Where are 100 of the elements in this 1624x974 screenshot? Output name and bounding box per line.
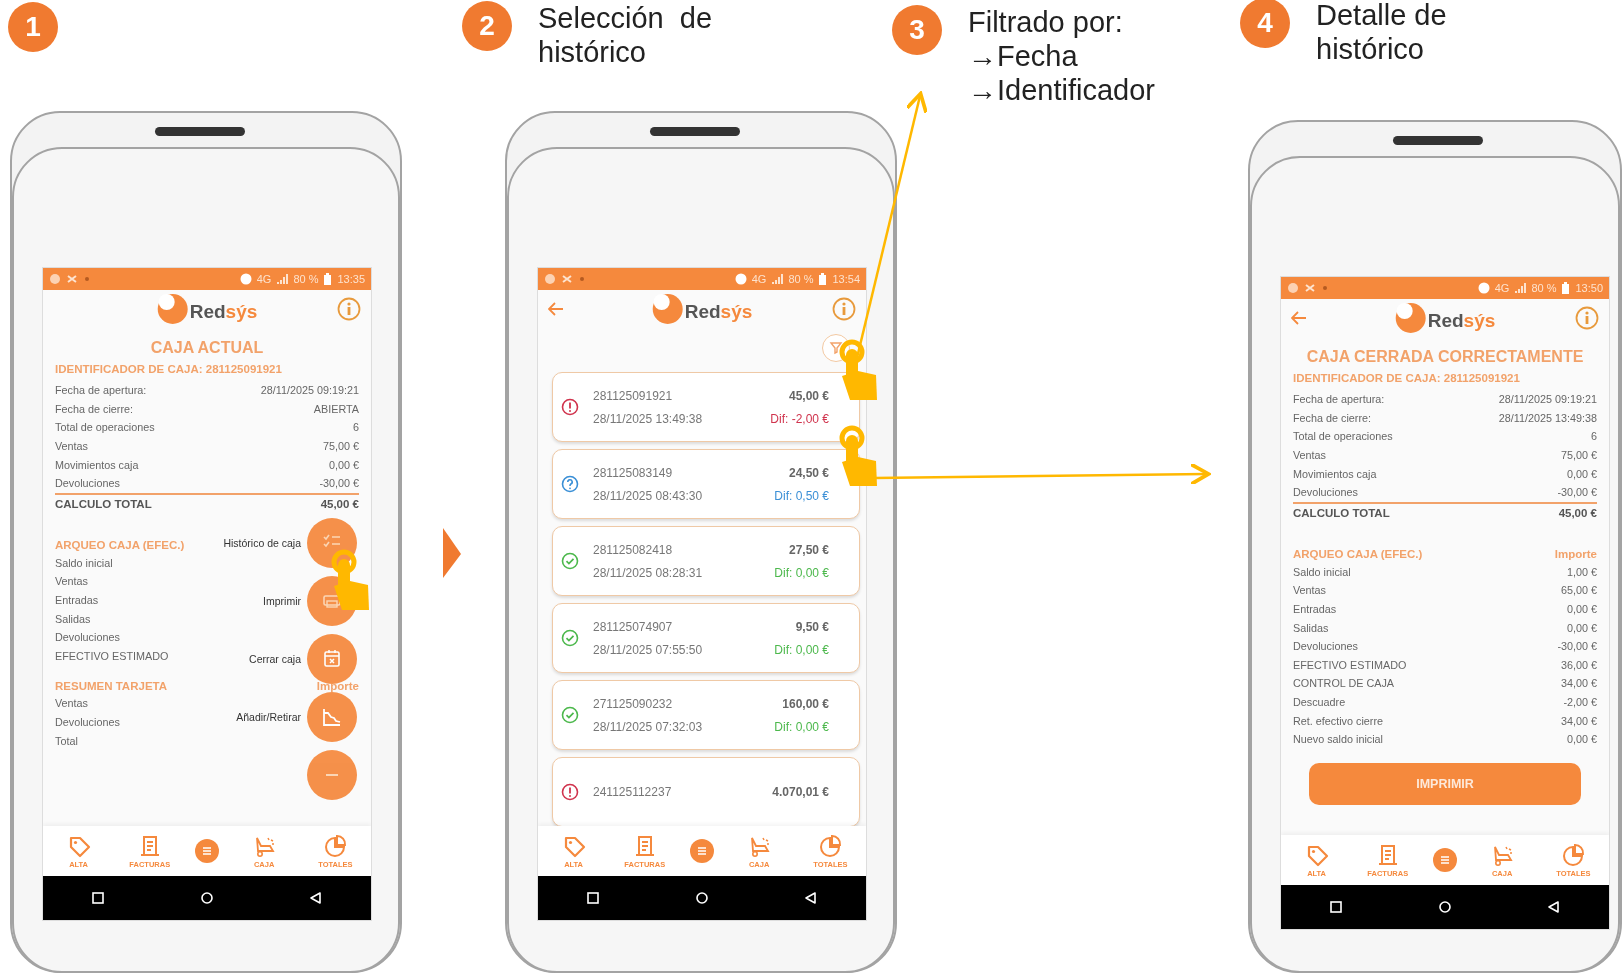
close-datetime: 28/11/2025 07:55:50 bbox=[593, 642, 704, 657]
row-value: 65,00 € bbox=[1560, 584, 1597, 597]
notification-icon bbox=[578, 275, 586, 283]
row-value: 34,00 € bbox=[1560, 714, 1597, 727]
section-title: RESUMEN TARJETA bbox=[55, 679, 168, 692]
menu-button[interactable] bbox=[689, 839, 714, 863]
fab-menu-label[interactable]: Cerrar caja bbox=[249, 653, 301, 665]
column-heading: Importe bbox=[1554, 548, 1597, 561]
history-card[interactable]: 281125091921 28/11/2025 13:49:38 45,00 € Dif: -2,00 € bbox=[552, 372, 860, 442]
row-label: Ventas bbox=[55, 440, 89, 453]
row-label: EFECTIVO ESTIMADO bbox=[55, 649, 169, 662]
row-label: Movimientos caja bbox=[55, 458, 139, 471]
logo-icon bbox=[1394, 302, 1427, 334]
row-label: Ventas bbox=[1293, 449, 1327, 462]
status-dot-icon bbox=[734, 273, 747, 285]
battery-icon bbox=[818, 273, 828, 285]
info-icon[interactable] bbox=[832, 297, 856, 321]
info-icon[interactable] bbox=[1575, 306, 1599, 330]
history-card[interactable]: 271125090232 28/11/2025 07:32:03 160,00 € Dif: 0,00 € bbox=[552, 680, 860, 750]
fab-menu-button[interactable] bbox=[307, 634, 357, 684]
tap-hand-icon bbox=[331, 549, 369, 610]
clock-time: 13:35 bbox=[337, 273, 365, 285]
network-label: 4G bbox=[256, 273, 272, 285]
fab-menu-button[interactable] bbox=[307, 692, 357, 742]
logo-icon bbox=[651, 293, 684, 325]
amount: 45,00 € bbox=[788, 388, 829, 403]
recents-icon[interactable] bbox=[90, 891, 105, 905]
signal-icon bbox=[276, 274, 289, 284]
back-icon[interactable] bbox=[804, 891, 819, 905]
row-label: Entradas bbox=[1293, 603, 1337, 616]
network-label: 4G bbox=[751, 273, 767, 285]
step-title: Detalle de bbox=[1316, 0, 1447, 32]
row-value: -30,00 € bbox=[1557, 640, 1597, 653]
home-icon[interactable] bbox=[695, 891, 709, 905]
register-id: 281125083149 bbox=[593, 465, 674, 480]
back-arrow-icon[interactable] bbox=[1291, 310, 1307, 326]
filter-icon bbox=[829, 340, 843, 356]
section-title: ARQUEO CAJA (EFEC.) bbox=[55, 539, 185, 552]
print-button[interactable]: IMPRIMIR bbox=[1309, 762, 1581, 805]
step-number: 1 bbox=[8, 2, 58, 52]
fab-menu-label[interactable]: Añadir/Retirar bbox=[236, 711, 301, 723]
row-label: Devoluciones bbox=[55, 631, 120, 644]
home-icon[interactable] bbox=[200, 891, 214, 905]
row-label: Descuadre bbox=[1293, 696, 1346, 708]
notification-icon bbox=[66, 273, 78, 285]
step-title: →Identificador bbox=[968, 73, 1155, 107]
row-value: 28/11/2025 09:19:21 bbox=[1498, 393, 1597, 406]
close-datetime: 28/11/2025 08:28:31 bbox=[593, 565, 704, 580]
row-label: Saldo inicial bbox=[55, 556, 113, 569]
menu-button[interactable] bbox=[1432, 848, 1457, 872]
battery-level: 80 % bbox=[1531, 282, 1557, 294]
difference: Dif: -2,00 € bbox=[770, 411, 829, 426]
home-icon[interactable] bbox=[1438, 900, 1452, 914]
logo-icon bbox=[156, 293, 189, 325]
step-title: Selección de bbox=[538, 1, 713, 35]
info-icon[interactable] bbox=[337, 297, 361, 321]
history-card[interactable]: 241125112237 4.070,01 € bbox=[552, 757, 860, 826]
back-icon[interactable] bbox=[309, 891, 324, 905]
history-card[interactable]: 281125083149 28/11/2025 08:43:30 24,50 € Dif: 0,50 € bbox=[552, 449, 860, 519]
close-menu-button[interactable] bbox=[307, 750, 357, 800]
fab-menu-label[interactable]: Histórico de caja bbox=[223, 537, 301, 549]
row-label: Total de operaciones bbox=[1293, 430, 1393, 443]
history-card[interactable]: 281125082418 28/11/2025 08:28:31 27,50 € Dif: 0,00 € bbox=[552, 526, 860, 596]
pie-chart-icon bbox=[1561, 842, 1586, 867]
row-label: Fecha de apertura: bbox=[55, 384, 147, 397]
triangle-icon bbox=[443, 528, 461, 578]
minus-icon bbox=[325, 773, 339, 777]
register-id: 281125074907 bbox=[593, 619, 674, 634]
recents-icon[interactable] bbox=[585, 891, 600, 905]
step-title: →Fecha bbox=[968, 39, 1079, 73]
battery-icon bbox=[323, 273, 333, 285]
cash-register-id: IDENTIFICADOR DE CAJA: 281125091921 bbox=[55, 363, 283, 375]
recents-icon[interactable] bbox=[1328, 900, 1343, 914]
history-card[interactable]: 281125074907 28/11/2025 07:55:50 9,50 € Dif: 0,00 € bbox=[552, 603, 860, 673]
row-label: Entradas bbox=[55, 594, 99, 607]
row-label: EFECTIVO ESTIMADO bbox=[1293, 658, 1407, 671]
row-value: 0,00 € bbox=[1566, 467, 1597, 480]
row-label: Fecha de cierre: bbox=[55, 402, 133, 415]
step-number: 2 bbox=[462, 1, 512, 51]
menu-button[interactable] bbox=[194, 839, 219, 863]
row-label: Nuevo saldo inicial bbox=[1293, 733, 1384, 746]
total-value: 45,00 € bbox=[1558, 506, 1597, 519]
back-icon[interactable] bbox=[1547, 900, 1562, 914]
row-value: 28/11/2025 09:19:21 bbox=[260, 384, 359, 397]
row-label: Ventas bbox=[55, 697, 89, 710]
step-number: 4 bbox=[1240, 0, 1290, 48]
fab-menu-label[interactable]: Imprimir bbox=[263, 595, 301, 607]
back-arrow-icon[interactable] bbox=[548, 301, 564, 317]
row-label: Fecha de apertura: bbox=[1293, 393, 1385, 406]
row-label: Devoluciones bbox=[1293, 486, 1358, 499]
signal-icon bbox=[1514, 283, 1527, 293]
amount: 9,50 € bbox=[795, 619, 829, 634]
notification-icon bbox=[561, 273, 573, 285]
battery-level: 80 % bbox=[293, 273, 319, 285]
notification-icon bbox=[1287, 282, 1299, 294]
register-id: 281125091921 bbox=[593, 388, 674, 403]
pie-chart-icon bbox=[323, 833, 348, 858]
close-datetime: 28/11/2025 07:32:03 bbox=[593, 719, 704, 734]
network-label: 4G bbox=[1494, 282, 1510, 294]
row-label: Devoluciones bbox=[55, 477, 120, 490]
